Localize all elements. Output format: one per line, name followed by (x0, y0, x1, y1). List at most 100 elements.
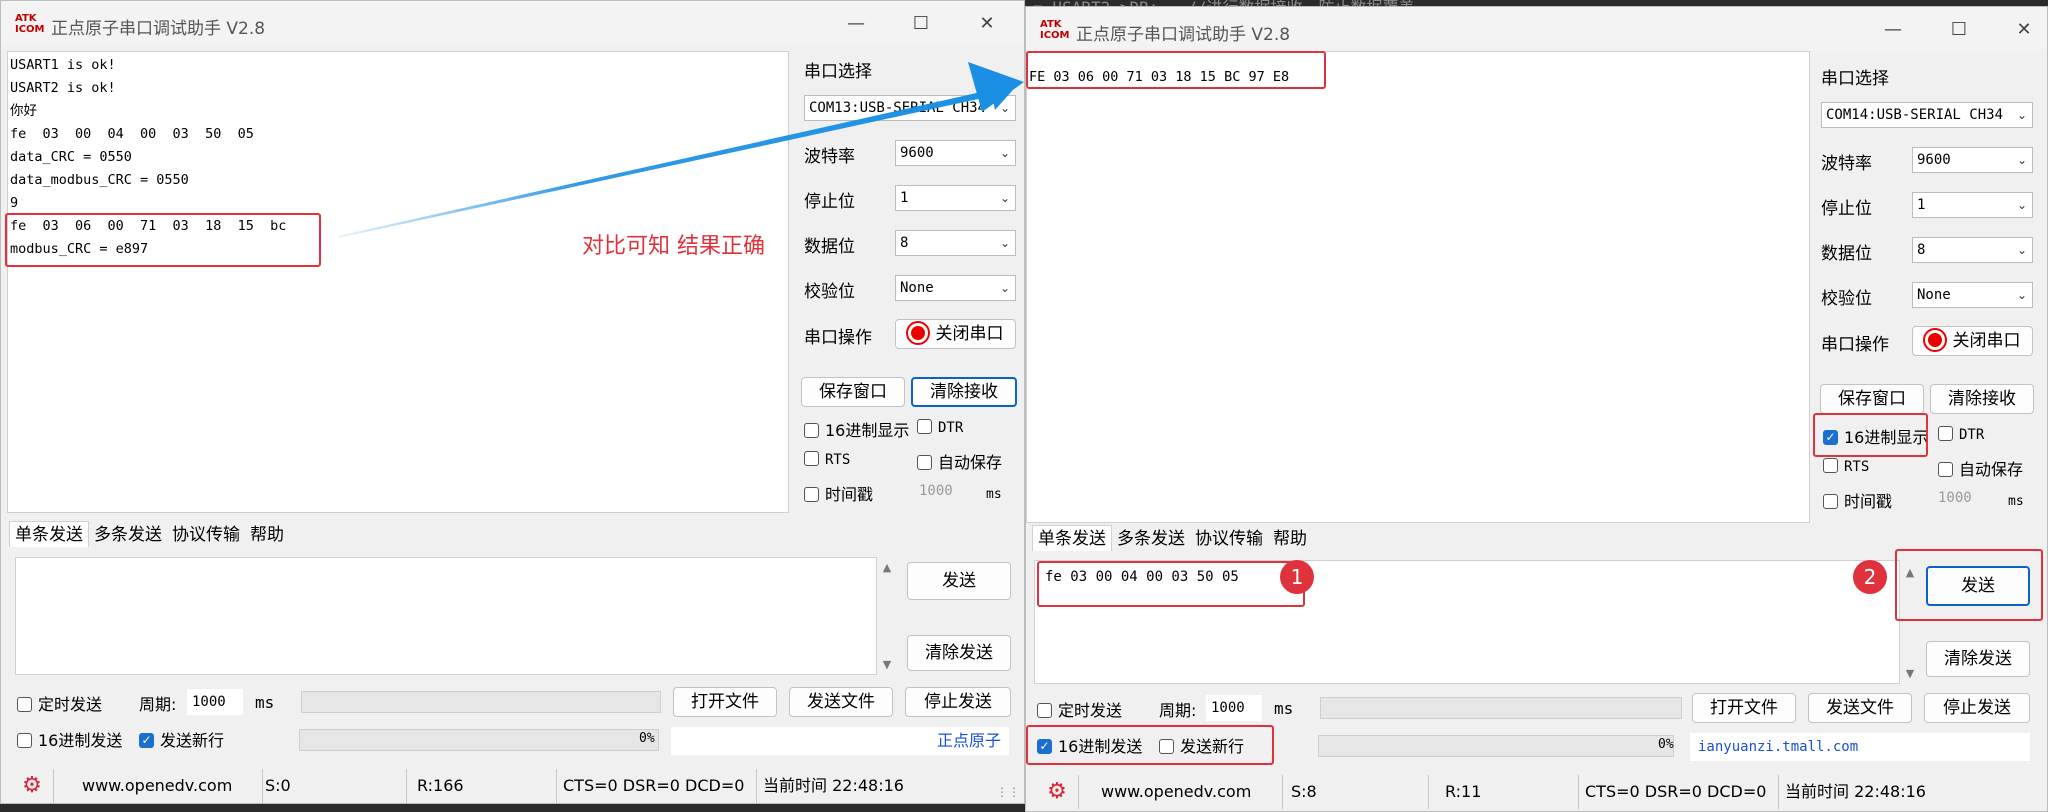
dtr-checkbox[interactable]: DTR (1938, 424, 1984, 448)
brand-link[interactable]: ianyuanzi.tmall.com (1690, 733, 2030, 761)
timestamp-checkbox[interactable]: 时间戳 (804, 481, 873, 505)
data-bits-label: 数据位 (1821, 244, 1872, 264)
app-logo: ATK ICOM (15, 13, 45, 35)
status-website[interactable]: www.openedv.com (53, 769, 263, 803)
resize-grip[interactable]: ⋮⋮ (996, 785, 1020, 799)
tab-protocol[interactable]: 协议传输 (1190, 526, 1268, 552)
minimize-button[interactable]: — (836, 9, 876, 39)
gear-icon[interactable]: ⚙ (1044, 779, 1070, 805)
send-button[interactable]: 发送 (907, 562, 1011, 600)
close-port-button[interactable]: 关闭串口 (1912, 326, 2033, 356)
autosave-checkbox[interactable]: 自动保存 (1938, 456, 2023, 480)
clear-receive-button[interactable]: 清除接收 (1930, 384, 2034, 414)
checkbox-box (1938, 425, 1953, 441)
port-status-icon (907, 322, 928, 343)
dtr-checkbox[interactable]: DTR (917, 417, 963, 441)
maximize-button[interactable]: ☐ (1939, 15, 1979, 45)
tab-single-send[interactable]: 单条发送 (1032, 525, 1112, 551)
close-button[interactable]: ✕ (967, 9, 1007, 39)
baud-select[interactable]: 9600 ⌄ (895, 140, 1016, 166)
stop-send-button[interactable]: 停止发送 (905, 687, 1011, 717)
period-label: 周期: (139, 695, 177, 714)
chevron-down-icon: ⌄ (2016, 198, 2027, 212)
maximize-button[interactable]: ☐ (901, 9, 941, 39)
gear-icon[interactable]: ⚙ (19, 773, 45, 799)
minimize-button[interactable]: — (1873, 15, 1913, 45)
send-progress-bar (1318, 735, 1674, 757)
hex-display-checkbox[interactable]: 16进制显示 (804, 417, 909, 441)
window-title: 正点原子串口调试助手 V2.8 (1076, 25, 1291, 45)
timestamp-interval[interactable]: 1000 (1938, 490, 1972, 506)
file-path-field[interactable] (1320, 697, 1682, 719)
receive-area[interactable]: FE 03 06 00 71 03 18 15 BC 97 E8 (1026, 51, 1810, 523)
send-input[interactable] (15, 557, 877, 675)
open-file-button[interactable]: 打开文件 (1692, 693, 1796, 723)
tab-protocol[interactable]: 协议传输 (167, 522, 245, 548)
autosave-checkbox[interactable]: 自动保存 (917, 449, 1002, 473)
parity-label: 校验位 (1821, 289, 1872, 309)
save-window-button[interactable]: 保存窗口 (1820, 384, 1924, 414)
open-file-button[interactable]: 打开文件 (673, 687, 777, 717)
status-bar: ⚙ www.openedv.com S:0 R:166 CTS=0 DSR=0 … (1, 769, 1024, 803)
stop-bits-select[interactable]: 1 ⌄ (895, 185, 1016, 211)
receive-area[interactable]: USART1 is ok! USART2 is ok! 你好 fe 03 00 … (7, 51, 789, 513)
status-line-signals: CTS=0 DSR=0 DCD=0 (557, 769, 757, 803)
checkbox-box: ✓ (139, 732, 154, 748)
status-sent-count: S:8 (1283, 775, 1429, 809)
port-select[interactable]: COM13:USB-SERIAL CH34 ⌄ (804, 95, 1016, 121)
stop-bits-select[interactable]: 1 ⌄ (1912, 192, 2033, 218)
tab-help[interactable]: 帮助 (1268, 526, 1312, 552)
port-select[interactable]: COM14:USB-SERIAL CH34 ⌄ (1821, 102, 2033, 128)
period-input[interactable]: 1000 (187, 689, 243, 715)
tab-single-send[interactable]: 单条发送 (9, 521, 89, 547)
file-path-field[interactable] (301, 691, 661, 713)
close-button[interactable]: ✕ (2004, 15, 2044, 45)
brand-link[interactable]: 正点原子 (671, 727, 1009, 755)
baud-label: 波特率 (804, 147, 855, 167)
checkbox-box (1037, 702, 1052, 718)
timestamp-unit: ms (2008, 494, 2024, 509)
send-progress-bar (299, 729, 659, 751)
parity-label: 校验位 (804, 282, 855, 302)
chevron-down-icon: ⌄ (2016, 288, 2027, 302)
clear-send-button[interactable]: 清除发送 (1926, 641, 2030, 677)
rx-line: data_CRC = 0550 (10, 149, 132, 165)
send-newline-checkbox[interactable]: ✓ 发送新行 (139, 727, 224, 751)
clear-receive-button[interactable]: 清除接收 (911, 377, 1017, 407)
tab-help[interactable]: 帮助 (245, 522, 289, 548)
period-input[interactable]: 1000 (1206, 695, 1262, 721)
send-scrollbar[interactable]: ▲ ▼ (877, 557, 897, 675)
save-window-button[interactable]: 保存窗口 (801, 377, 905, 407)
send-file-button[interactable]: 发送文件 (1808, 693, 1912, 723)
stop-send-button[interactable]: 停止发送 (1924, 693, 2030, 723)
port-operation-label: 串口操作 (1821, 335, 1889, 355)
highlight-box-hex-display (1813, 413, 1928, 457)
highlight-box-received (1026, 51, 1326, 89)
tab-multi-send[interactable]: 多条发送 (1112, 526, 1190, 552)
rx-line: data_modbus_CRC = 0550 (10, 172, 189, 188)
checkbox-box (1823, 457, 1838, 473)
data-bits-select[interactable]: 8 ⌄ (1912, 237, 2033, 263)
rts-checkbox[interactable]: RTS (804, 449, 850, 473)
clear-send-button[interactable]: 清除发送 (907, 635, 1011, 671)
period-unit: ms (255, 693, 275, 712)
parity-select[interactable]: None ⌄ (1912, 282, 2033, 308)
tab-multi-send[interactable]: 多条发送 (89, 522, 167, 548)
rts-checkbox[interactable]: RTS (1823, 456, 1869, 480)
rx-line: fe 03 00 04 00 03 50 05 (10, 126, 254, 142)
status-website[interactable]: www.openedv.com (1078, 775, 1283, 809)
timed-send-checkbox[interactable]: 定时发送 (17, 691, 102, 715)
hex-send-checkbox[interactable]: 16进制发送 (17, 727, 122, 751)
chevron-down-icon: ⌄ (999, 191, 1010, 205)
timestamp-interval[interactable]: 1000 (919, 483, 953, 499)
timestamp-checkbox[interactable]: 时间戳 (1823, 488, 1892, 512)
baud-select[interactable]: 9600 ⌄ (1912, 147, 2033, 173)
send-file-button[interactable]: 发送文件 (789, 687, 893, 717)
port-select-label: 串口选择 (1821, 69, 1889, 89)
data-bits-label: 数据位 (804, 237, 855, 257)
timed-send-checkbox[interactable]: 定时发送 (1037, 697, 1122, 721)
chevron-down-icon: ⌄ (999, 236, 1010, 250)
close-port-button[interactable]: 关闭串口 (895, 319, 1016, 349)
parity-select[interactable]: None ⌄ (895, 275, 1016, 301)
data-bits-select[interactable]: 8 ⌄ (895, 230, 1016, 256)
